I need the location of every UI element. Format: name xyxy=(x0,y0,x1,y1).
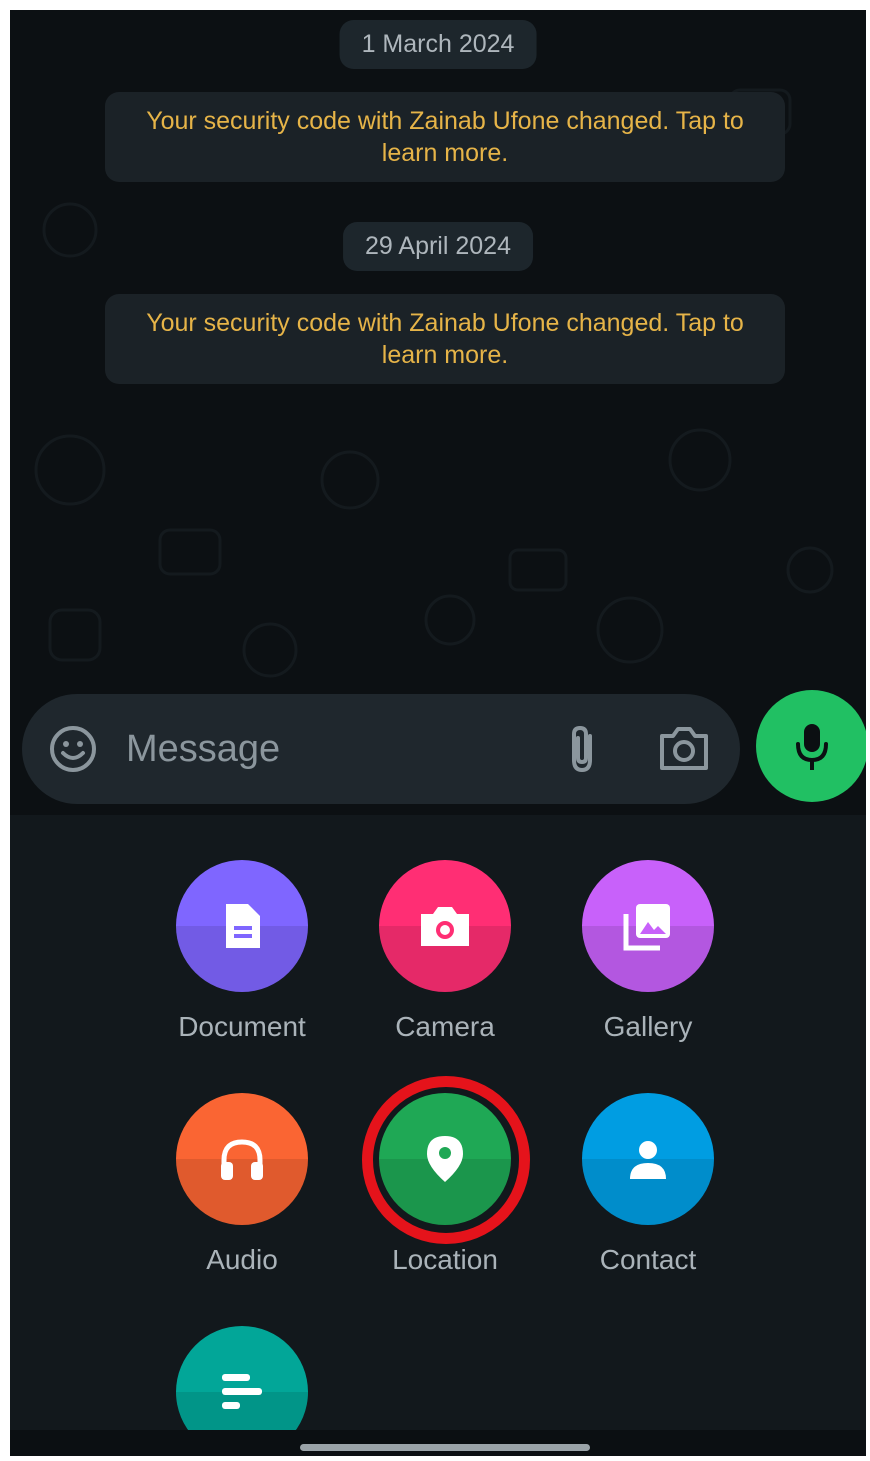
date-chip-2: 29 April 2024 xyxy=(343,222,533,271)
person-icon xyxy=(630,1141,666,1179)
gallery-label: Gallery xyxy=(603,1011,693,1042)
phone-screen: 1 March 2024 Your security code with Zai… xyxy=(10,10,866,1456)
date-chip-1: 1 March 2024 xyxy=(339,20,537,69)
voice-record-button[interactable] xyxy=(756,690,866,802)
microphone-icon xyxy=(796,724,828,770)
navigation-bar xyxy=(10,1430,866,1456)
message-composer: Message xyxy=(22,694,740,804)
audio-circle xyxy=(176,1093,308,1225)
security-code-notice-1[interactable]: Your security code with Zainab Ufone cha… xyxy=(105,92,785,182)
emoji-icon[interactable] xyxy=(48,724,98,774)
attachment-tray: Document Camera Gallery Audio Location C… xyxy=(10,815,866,1456)
contact-label: Contact xyxy=(599,1244,697,1275)
gallery-circle xyxy=(582,860,714,992)
gallery-icon xyxy=(623,904,670,951)
location-highlight-ring xyxy=(362,1076,530,1244)
attach-gallery-button[interactable]: Gallery xyxy=(548,860,748,1044)
document-label: Document xyxy=(178,1011,306,1042)
document-circle xyxy=(176,860,308,992)
audio-label: Audio xyxy=(206,1244,278,1275)
paperclip-icon[interactable] xyxy=(562,722,602,776)
camera-icon xyxy=(421,907,469,946)
headphones-icon xyxy=(221,1139,263,1180)
attach-contact-button[interactable]: Contact xyxy=(548,1093,748,1277)
chat-area[interactable]: 1 March 2024 Your security code with Zai… xyxy=(10,10,866,815)
location-label: Location xyxy=(392,1244,498,1275)
camera-icon[interactable] xyxy=(656,722,712,774)
poll-icon xyxy=(222,1374,262,1409)
attach-audio-button[interactable]: Audio xyxy=(142,1093,342,1277)
attach-camera-button[interactable]: Camera xyxy=(345,860,545,1044)
camera-label: Camera xyxy=(395,1011,495,1042)
camera-circle xyxy=(379,860,511,992)
security-code-notice-2[interactable]: Your security code with Zainab Ufone cha… xyxy=(105,294,785,384)
message-input[interactable]: Message xyxy=(126,724,280,774)
attach-document-button[interactable]: Document xyxy=(142,860,342,1044)
home-indicator[interactable] xyxy=(300,1444,590,1451)
contact-circle xyxy=(582,1093,714,1225)
document-icon xyxy=(226,904,260,948)
